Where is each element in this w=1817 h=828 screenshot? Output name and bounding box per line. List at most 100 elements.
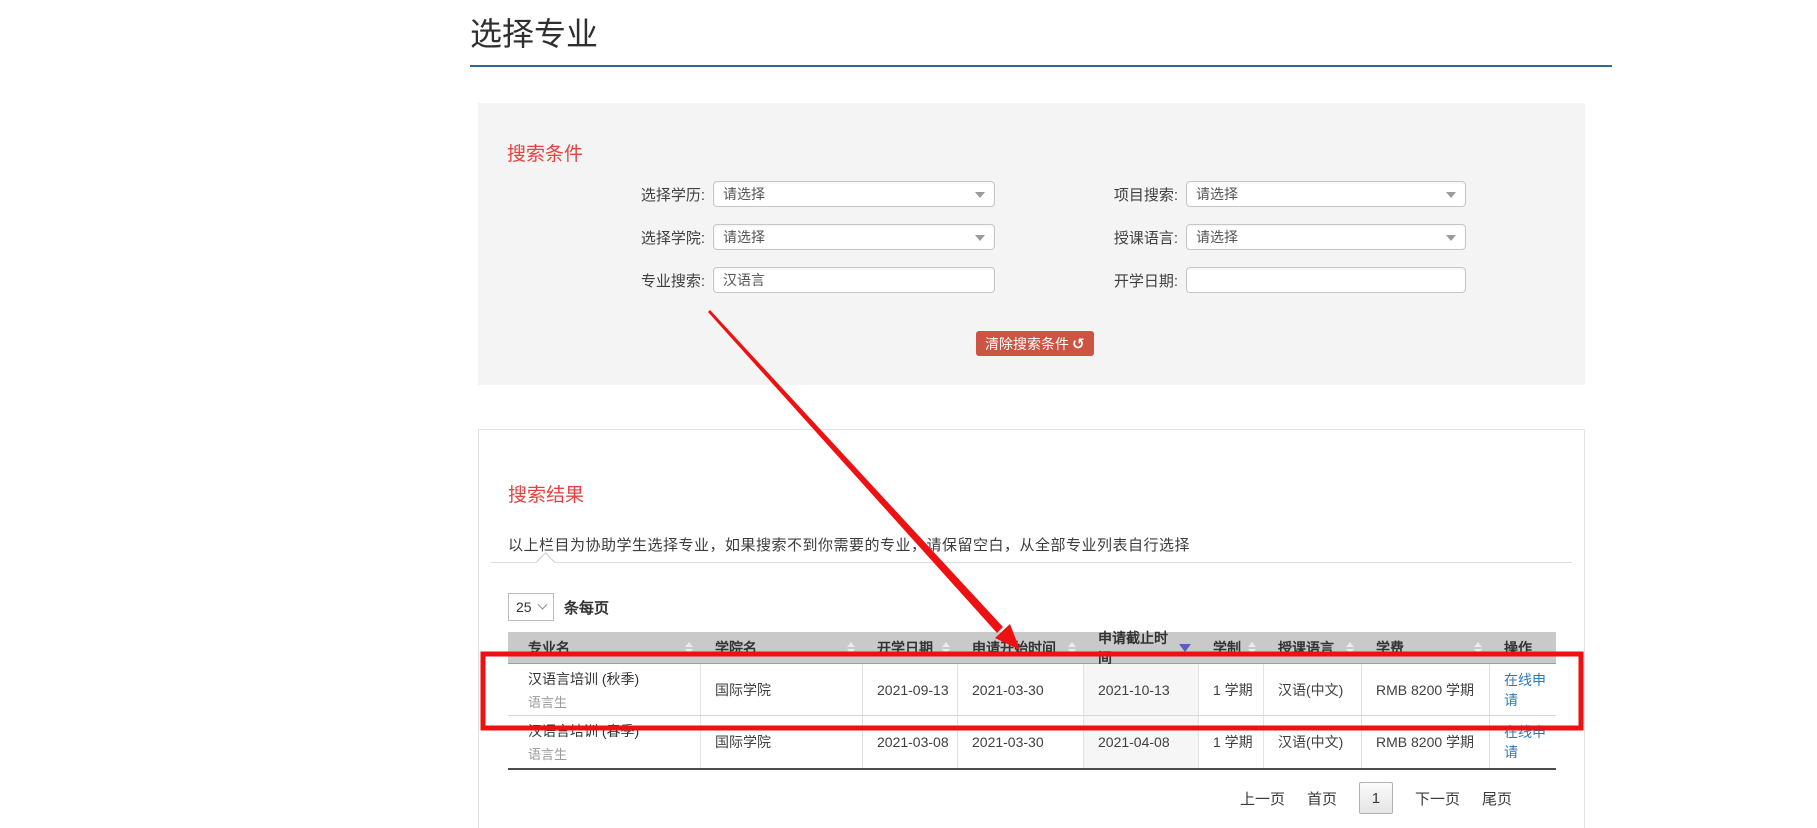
language-select-value: 请选择 [1196, 227, 1238, 247]
per-page-control: 25 条每页 [508, 593, 609, 621]
cell-start-date: 2021-03-08 [863, 716, 958, 768]
student-type: 语言生 [528, 744, 567, 763]
next-page-link[interactable]: 下一页 [1415, 788, 1460, 809]
major-search-input[interactable] [713, 267, 995, 293]
sort-desc-icon [1179, 644, 1191, 652]
dropdown-caret-icon [975, 235, 985, 241]
college-field: 选择学院: 请选择 [545, 224, 995, 250]
main-content: 选择专业 搜索条件 选择学历: 请选择 选择学院: 请选择 专业搜索: 项目搜索… [470, 0, 1612, 828]
header-label: 学制 [1213, 638, 1241, 658]
header-cell-duration[interactable]: 学制 [1199, 632, 1264, 663]
cell-start-date: 2021-09-13 [863, 664, 958, 715]
project-select[interactable]: 请选择 [1186, 181, 1466, 207]
dropdown-caret-icon [975, 192, 985, 198]
cell-apply-start: 2021-03-30 [958, 716, 1084, 768]
last-page-link[interactable]: 尾页 [1482, 788, 1512, 809]
header-label: 操作 [1504, 638, 1532, 658]
project-select-value: 请选择 [1196, 184, 1238, 204]
header-label: 专业名 [528, 638, 570, 658]
collapse-notch-icon [536, 552, 554, 570]
results-table: 专业名 学院名 开学日期 申请开始时间 申请截止时间 [508, 632, 1556, 770]
cell-duration: 1 学期 [1199, 664, 1264, 715]
cell-action: 在线申请 [1490, 664, 1556, 715]
sort-icons [1474, 642, 1482, 654]
major-search-field: 专业搜索: [545, 267, 995, 293]
start-date-label: 开学日期: [1018, 270, 1178, 291]
per-page-select[interactable]: 25 [508, 593, 554, 621]
education-select[interactable]: 请选择 [713, 181, 995, 207]
online-apply-link[interactable]: 在线申请 [1504, 670, 1556, 710]
dropdown-caret-icon [1446, 192, 1456, 198]
cell-tuition: RMB 8200 学期 [1362, 664, 1490, 715]
header-cell-start-date[interactable]: 开学日期 [863, 632, 958, 663]
per-page-label: 条每页 [564, 597, 609, 618]
college-label: 选择学院: [545, 227, 705, 248]
search-panel-heading: 搜索条件 [507, 139, 583, 166]
cell-college: 国际学院 [701, 716, 863, 768]
language-select[interactable]: 请选择 [1186, 224, 1466, 250]
sort-icons [942, 642, 950, 654]
header-cell-tuition[interactable]: 学费 [1362, 632, 1490, 663]
start-date-input[interactable] [1186, 267, 1466, 293]
online-apply-link[interactable]: 在线申请 [1504, 722, 1556, 762]
cell-major: 汉语言培训 (春季) 语言生 [508, 716, 701, 768]
prev-page-link[interactable]: 上一页 [1240, 788, 1285, 809]
clear-search-button[interactable]: 清除搜索条件 ↺ [976, 331, 1094, 356]
dropdown-caret-icon [1446, 235, 1456, 241]
title-underline [470, 65, 1612, 67]
college-select-value: 请选择 [723, 227, 765, 247]
cell-duration: 1 学期 [1199, 716, 1264, 768]
cell-major: 汉语言培训 (秋季) 语言生 [508, 664, 701, 715]
college-select[interactable]: 请选择 [713, 224, 995, 250]
cell-language: 汉语(中文) [1264, 716, 1362, 768]
cell-action: 在线申请 [1490, 716, 1556, 768]
header-label: 学费 [1376, 638, 1404, 658]
per-page-value: 25 [516, 599, 532, 615]
table-row: 汉语言培训 (秋季) 语言生 国际学院 2021-09-13 2021-03-3… [508, 664, 1556, 716]
pagination: 上一页 首页 1 下一页 尾页 [1240, 782, 1512, 814]
page-title: 选择专业 [470, 0, 1612, 55]
header-cell-college[interactable]: 学院名 [701, 632, 863, 663]
start-date-field: 开学日期: [1018, 267, 1466, 293]
cell-apply-start: 2021-03-30 [958, 664, 1084, 715]
clear-search-button-label: 清除搜索条件 [985, 334, 1069, 354]
project-label: 项目搜索: [1018, 184, 1178, 205]
education-label: 选择学历: [545, 184, 705, 205]
cell-college: 国际学院 [701, 664, 863, 715]
sort-icons [685, 642, 693, 654]
education-field: 选择学历: 请选择 [545, 181, 995, 207]
table-header-row: 专业名 学院名 开学日期 申请开始时间 申请截止时间 [508, 632, 1556, 664]
header-cell-apply-end[interactable]: 申请截止时间 [1084, 632, 1199, 663]
major-name: 汉语言培训 (春季) [528, 721, 639, 741]
header-label: 学院名 [715, 638, 757, 658]
collapse-divider [491, 562, 1572, 563]
language-label: 授课语言: [1018, 227, 1178, 248]
sort-icons [1346, 642, 1354, 654]
sort-icons [847, 642, 855, 654]
header-label: 开学日期 [877, 638, 933, 658]
reset-icon: ↺ [1072, 335, 1085, 353]
first-page-link[interactable]: 首页 [1307, 788, 1337, 809]
sort-icons [1068, 642, 1076, 654]
education-select-value: 请选择 [723, 184, 765, 204]
header-cell-action: 操作 [1490, 632, 1556, 663]
cell-apply-end: 2021-10-13 [1084, 664, 1199, 715]
header-cell-apply-start[interactable]: 申请开始时间 [958, 632, 1084, 663]
header-label: 申请截止时间 [1098, 628, 1179, 668]
results-hint: 以上栏目为协助学生选择专业，如果搜索不到你需要的专业，请保留空白，从全部专业列表… [508, 534, 1190, 555]
language-field: 授课语言: 请选择 [1018, 224, 1466, 250]
header-cell-major[interactable]: 专业名 [508, 632, 701, 663]
major-name: 汉语言培训 (秋季) [528, 669, 639, 689]
chevron-down-icon [538, 599, 548, 609]
project-field: 项目搜索: 请选择 [1018, 181, 1466, 207]
search-panel: 搜索条件 选择学历: 请选择 选择学院: 请选择 专业搜索: 项目搜索: 请选择 [478, 103, 1585, 385]
cell-language: 汉语(中文) [1264, 664, 1362, 715]
results-panel: 搜索结果 以上栏目为协助学生选择专业，如果搜索不到你需要的专业，请保留空白，从全… [478, 429, 1585, 828]
sort-icons [1248, 642, 1256, 654]
header-label: 授课语言 [1278, 638, 1334, 658]
major-search-label: 专业搜索: [545, 270, 705, 291]
header-cell-language[interactable]: 授课语言 [1264, 632, 1362, 663]
header-label: 申请开始时间 [972, 638, 1056, 658]
table-row: 汉语言培训 (春季) 语言生 国际学院 2021-03-08 2021-03-3… [508, 716, 1556, 768]
current-page[interactable]: 1 [1359, 782, 1393, 814]
